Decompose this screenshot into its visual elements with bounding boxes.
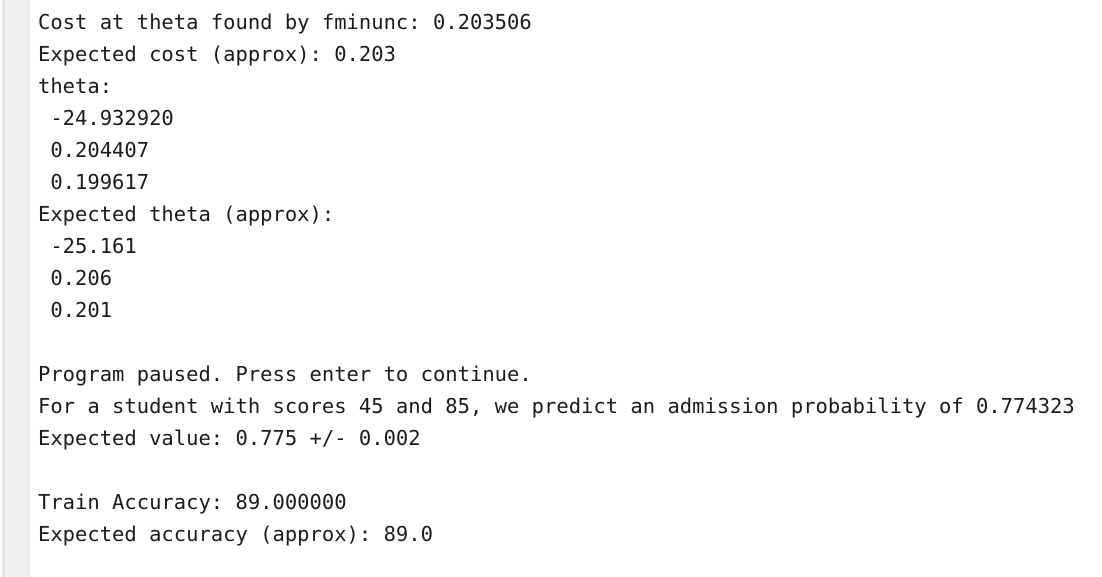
console-line: For a student with scores 45 and 85, we … [38,394,1075,418]
console-line: -25.161 [38,234,137,258]
left-gutter [0,0,30,577]
console-line: Train Accuracy: 89.000000 [38,490,347,514]
console-line: 0.201 [38,298,113,322]
console-line: Expected theta (approx): [38,202,335,226]
console-line: 0.206 [38,266,113,290]
console-line: 0.199617 [38,170,150,194]
console-window: Cost at theta found by fminunc: 0.203506… [0,0,1102,577]
gutter-edge-highlight [0,0,2,577]
console-line: -24.932920 [38,106,174,130]
console-line: Expected cost (approx): 0.203 [38,42,396,66]
gutter-face [6,0,29,577]
gutter-edge-shadow [3,0,5,577]
console-line: Program paused. Press enter to continue. [38,362,532,386]
console-line: 0.204407 [38,138,150,162]
console-line: theta: [38,74,113,98]
console-line: Expected accuracy (approx): 89.0 [38,522,433,546]
console-line: Expected value: 0.775 +/- 0.002 [38,426,421,450]
console-line: Cost at theta found by fminunc: 0.203506 [38,10,532,34]
console-output-area[interactable]: Cost at theta found by fminunc: 0.203506… [30,0,1102,577]
